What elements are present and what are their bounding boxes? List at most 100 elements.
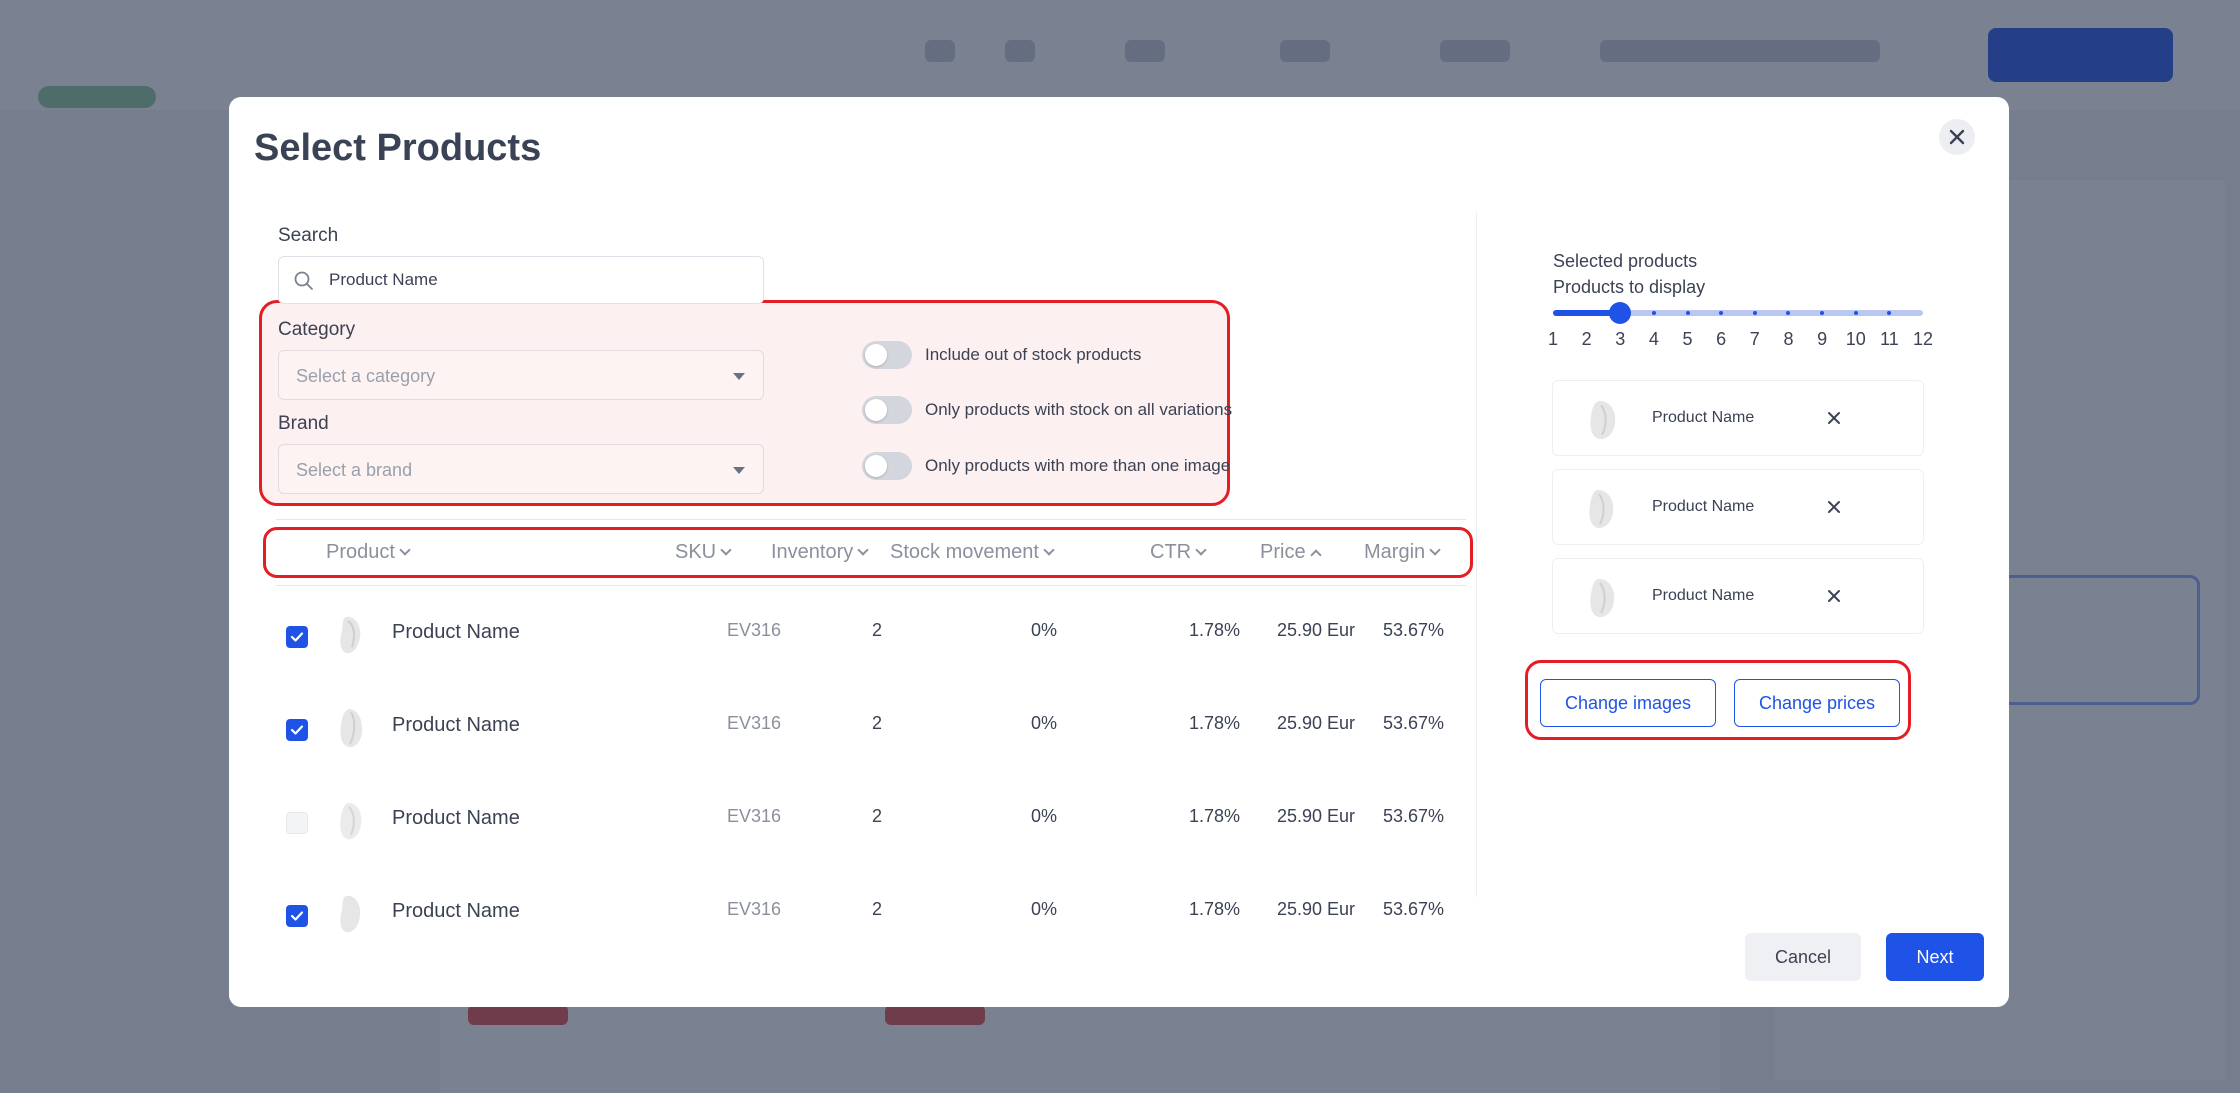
slider-tick-label: 11 — [1880, 329, 1899, 349]
slider-thumb[interactable] — [1609, 302, 1632, 324]
slider-step-dot — [1752, 311, 1757, 315]
next-button[interactable]: Next — [1886, 933, 1984, 981]
product-thumbnail — [1589, 489, 1614, 529]
column-header-stock-movement[interactable]: Stock movement — [890, 541, 1055, 564]
column-header-inventory-label: Inventory — [771, 541, 854, 563]
product-price: 25.90 Eur — [1277, 713, 1356, 733]
product-inventory: 2 — [872, 620, 883, 640]
slider-tick-label: 7 — [1749, 329, 1760, 349]
product-margin: 53.67% — [1383, 620, 1445, 640]
category-select[interactable]: Select a category — [278, 350, 764, 400]
table-row[interactable]: Product Name EV316 2 0% 1.78% 25.90 Eur … — [276, 680, 1466, 773]
toggle-more-than-one-image[interactable] — [862, 452, 912, 480]
product-sku: EV316 — [727, 713, 782, 733]
slider-step-dot — [1820, 311, 1825, 315]
close-button[interactable] — [1939, 119, 1975, 155]
column-header-ctr-label: CTR — [1150, 541, 1192, 563]
chevron-down-icon — [1195, 544, 1207, 556]
slider-tick-label: 10 — [1845, 329, 1866, 349]
column-header-sku[interactable]: SKU — [675, 541, 732, 564]
product-ctr: 1.78% — [1189, 899, 1241, 919]
chevron-down-icon — [733, 373, 745, 380]
product-stock-movement: 0% — [1031, 713, 1058, 733]
slider-step-dot — [1887, 311, 1892, 315]
product-ctr: 1.78% — [1189, 620, 1241, 640]
change-images-button[interactable]: Change images — [1540, 679, 1716, 727]
change-prices-button[interactable]: Change prices — [1734, 679, 1900, 727]
table-row[interactable]: Product Name EV316 2 0% 1.78% 25.90 Eur … — [276, 773, 1466, 866]
selected-product-name: Product Name — [1652, 498, 1755, 515]
product-inventory: 2 — [872, 713, 883, 733]
column-header-margin[interactable]: Margin — [1364, 541, 1441, 564]
slider-step-dot — [1786, 311, 1791, 315]
slider-step-dot — [1651, 311, 1656, 315]
product-thumbnail — [340, 802, 362, 840]
slider-tick-label: 6 — [1716, 329, 1727, 349]
product-table-body[interactable]: Product Name EV316 2 0% 1.78% 25.90 Eur … — [276, 587, 1466, 1012]
product-price: 25.90 Eur — [1277, 806, 1356, 826]
row-checkbox[interactable] — [286, 719, 308, 741]
selected-product-name: Product Name — [1652, 409, 1755, 426]
row-checkbox[interactable] — [286, 812, 308, 834]
column-header-price-label: Price — [1260, 541, 1306, 563]
product-thumbnail — [340, 616, 361, 654]
product-stock-movement: 0% — [1031, 620, 1058, 640]
brand-select[interactable]: Select a brand — [278, 444, 764, 494]
search-input[interactable]: Product Name — [278, 256, 764, 304]
chevron-down-icon — [1429, 544, 1441, 556]
modal-title: Select Products — [254, 127, 542, 169]
search-label: Search — [278, 225, 339, 246]
column-header-ctr[interactable]: CTR — [1150, 541, 1207, 564]
slider-tick-label: 8 — [1783, 329, 1794, 349]
category-placeholder: Select a category — [296, 366, 436, 386]
brand-label: Brand — [278, 413, 329, 434]
column-header-margin-label: Margin — [1364, 541, 1426, 563]
product-name: Product Name — [392, 900, 520, 922]
products-to-display-slider[interactable] — [1553, 302, 1923, 324]
product-thumbnail — [340, 895, 361, 933]
product-sku: EV316 — [727, 620, 782, 640]
slider-tick-label: 9 — [1817, 329, 1828, 349]
product-sku: EV316 — [727, 806, 782, 826]
search-value: Product Name — [329, 270, 438, 289]
product-thumbnail — [1590, 400, 1616, 440]
selected-product-card: Product Name — [1552, 469, 1924, 545]
slider-step-dot — [1719, 311, 1724, 315]
search-icon — [294, 271, 313, 290]
chevron-down-icon — [399, 544, 411, 556]
remove-icon[interactable] — [1825, 587, 1843, 605]
product-sku: EV316 — [727, 899, 782, 919]
table-row[interactable]: Product Name EV316 2 0% 1.78% 25.90 Eur … — [276, 587, 1466, 680]
row-checkbox[interactable] — [286, 905, 308, 927]
column-header-product[interactable]: Product — [326, 541, 411, 564]
row-checkbox[interactable] — [286, 626, 308, 648]
product-price: 25.90 Eur — [1277, 620, 1356, 640]
products-to-display-label: Products to display — [1553, 277, 1706, 297]
slider-step-dot — [1853, 311, 1858, 315]
cancel-button[interactable]: Cancel — [1745, 933, 1861, 981]
toggle-more-than-one-image-label: Only products with more than one image — [925, 456, 1231, 475]
table-row[interactable]: Product Name EV316 2 0% 1.78% 25.90 Eur … — [276, 866, 1466, 959]
selected-product-card: Product Name — [1552, 380, 1924, 456]
product-ctr: 1.78% — [1189, 806, 1241, 826]
brand-placeholder: Select a brand — [296, 460, 413, 480]
slider-tick-label: 1 — [1547, 329, 1558, 349]
remove-icon[interactable] — [1825, 498, 1843, 516]
column-header-inventory[interactable]: Inventory — [771, 541, 869, 564]
product-price: 25.90 Eur — [1277, 899, 1356, 919]
chevron-down-icon — [720, 544, 732, 556]
product-margin: 53.67% — [1383, 806, 1445, 826]
toggle-out-of-stock[interactable] — [862, 341, 912, 369]
product-stock-movement: 0% — [1031, 806, 1058, 826]
check-icon — [290, 911, 304, 921]
remove-icon[interactable] — [1825, 409, 1843, 427]
column-header-price[interactable]: Price — [1260, 541, 1322, 564]
chevron-down-icon — [1043, 544, 1055, 556]
close-icon — [1949, 129, 1965, 145]
product-ctr: 1.78% — [1189, 713, 1241, 733]
slider-step-dot — [1685, 311, 1690, 315]
toggle-stock-all-variations[interactable] — [862, 396, 912, 424]
table-header-divider — [276, 585, 1466, 586]
toggle-out-of-stock-label: Include out of stock products — [925, 345, 1142, 364]
slider-tick-label: 2 — [1581, 329, 1592, 349]
